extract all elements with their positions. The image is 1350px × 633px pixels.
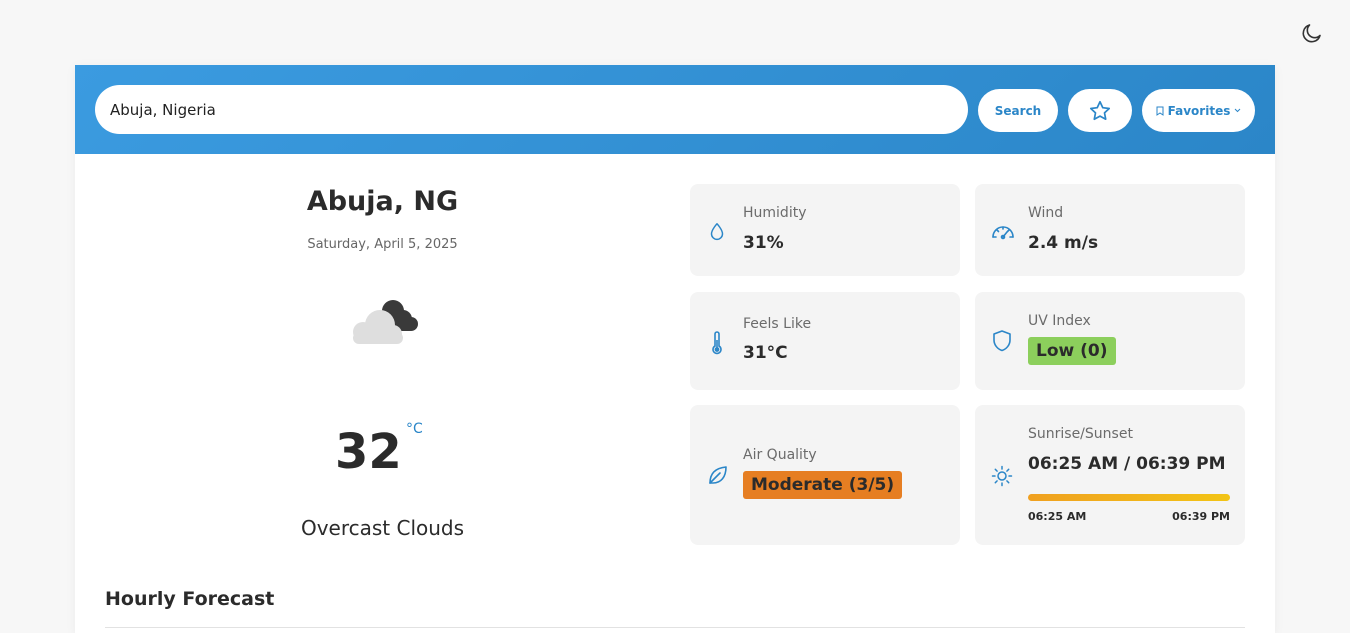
air-quality-badge: Moderate (3/5): [743, 471, 903, 499]
humidity-value: 31%: [743, 233, 784, 253]
uv-index-badge: Low (0): [1028, 337, 1116, 365]
leaf-icon: [709, 466, 727, 484]
feels-like-label: Feels Like: [743, 316, 812, 332]
weather-description: Overcast Clouds: [300, 516, 465, 540]
sunrise-sunset-label: Sunrise/Sunset: [1028, 426, 1133, 442]
favorites-label: Favorites: [1167, 103, 1231, 118]
temperature-unit: °C: [406, 421, 423, 437]
air-quality-tile: Air Quality Moderate (3/5): [690, 405, 960, 545]
city-name: Abuja, NG: [306, 186, 459, 217]
bookmark-icon: [1156, 106, 1164, 116]
daylight-progress-bar: [1028, 494, 1230, 501]
search-button[interactable]: Search: [978, 89, 1058, 132]
sunset-time: 06:39 PM: [1172, 510, 1230, 523]
hourly-forecast-heading: Hourly Forecast: [105, 588, 275, 610]
wind-value: 2.4 m/s: [1028, 233, 1099, 253]
thermometer-icon: [712, 331, 722, 355]
uv-index-label: UV Index: [1028, 313, 1091, 329]
uv-index-tile: UV Index Low (0): [975, 292, 1245, 390]
current-date: Saturday, April 5, 2025: [307, 237, 458, 252]
feels-like-value: 31°C: [743, 343, 788, 363]
droplet-icon: [710, 223, 724, 240]
divider: [105, 627, 1245, 628]
theme-toggle-button[interactable]: [1298, 19, 1326, 47]
search-header: Search Favorites: [75, 65, 1275, 154]
sunrise-sunset-value: 06:25 AM / 06:39 PM: [1028, 454, 1226, 474]
sunrise-sunset-tile: Sunrise/Sunset 06:25 AM / 06:39 PM 06:25…: [975, 405, 1245, 545]
moon-icon: [1302, 24, 1321, 43]
feels-like-tile: Feels Like 31°C: [690, 292, 960, 390]
overcast-clouds-icon: [345, 294, 421, 350]
speedometer-icon: [992, 226, 1014, 240]
chevron-down-icon: [1235, 108, 1241, 113]
wind-label: Wind: [1028, 205, 1064, 221]
humidity-label: Humidity: [743, 205, 807, 221]
add-favorite-button[interactable]: [1068, 89, 1132, 132]
sun-times: 06:25 AM 06:39 PM: [1028, 510, 1230, 523]
temperature-value: 32: [335, 424, 402, 480]
air-quality-label: Air Quality: [743, 447, 817, 463]
star-icon: [1089, 100, 1111, 120]
sun-icon: [991, 465, 1013, 487]
wind-tile: Wind 2.4 m/s: [975, 184, 1245, 276]
weather-card: Search Favorites Abuja, NG Saturday, Apr…: [75, 65, 1275, 633]
search-input[interactable]: [95, 85, 968, 134]
sunrise-time: 06:25 AM: [1028, 510, 1087, 523]
humidity-tile: Humidity 31%: [690, 184, 960, 276]
shield-icon: [993, 330, 1011, 352]
favorites-dropdown-button[interactable]: Favorites: [1142, 89, 1255, 132]
